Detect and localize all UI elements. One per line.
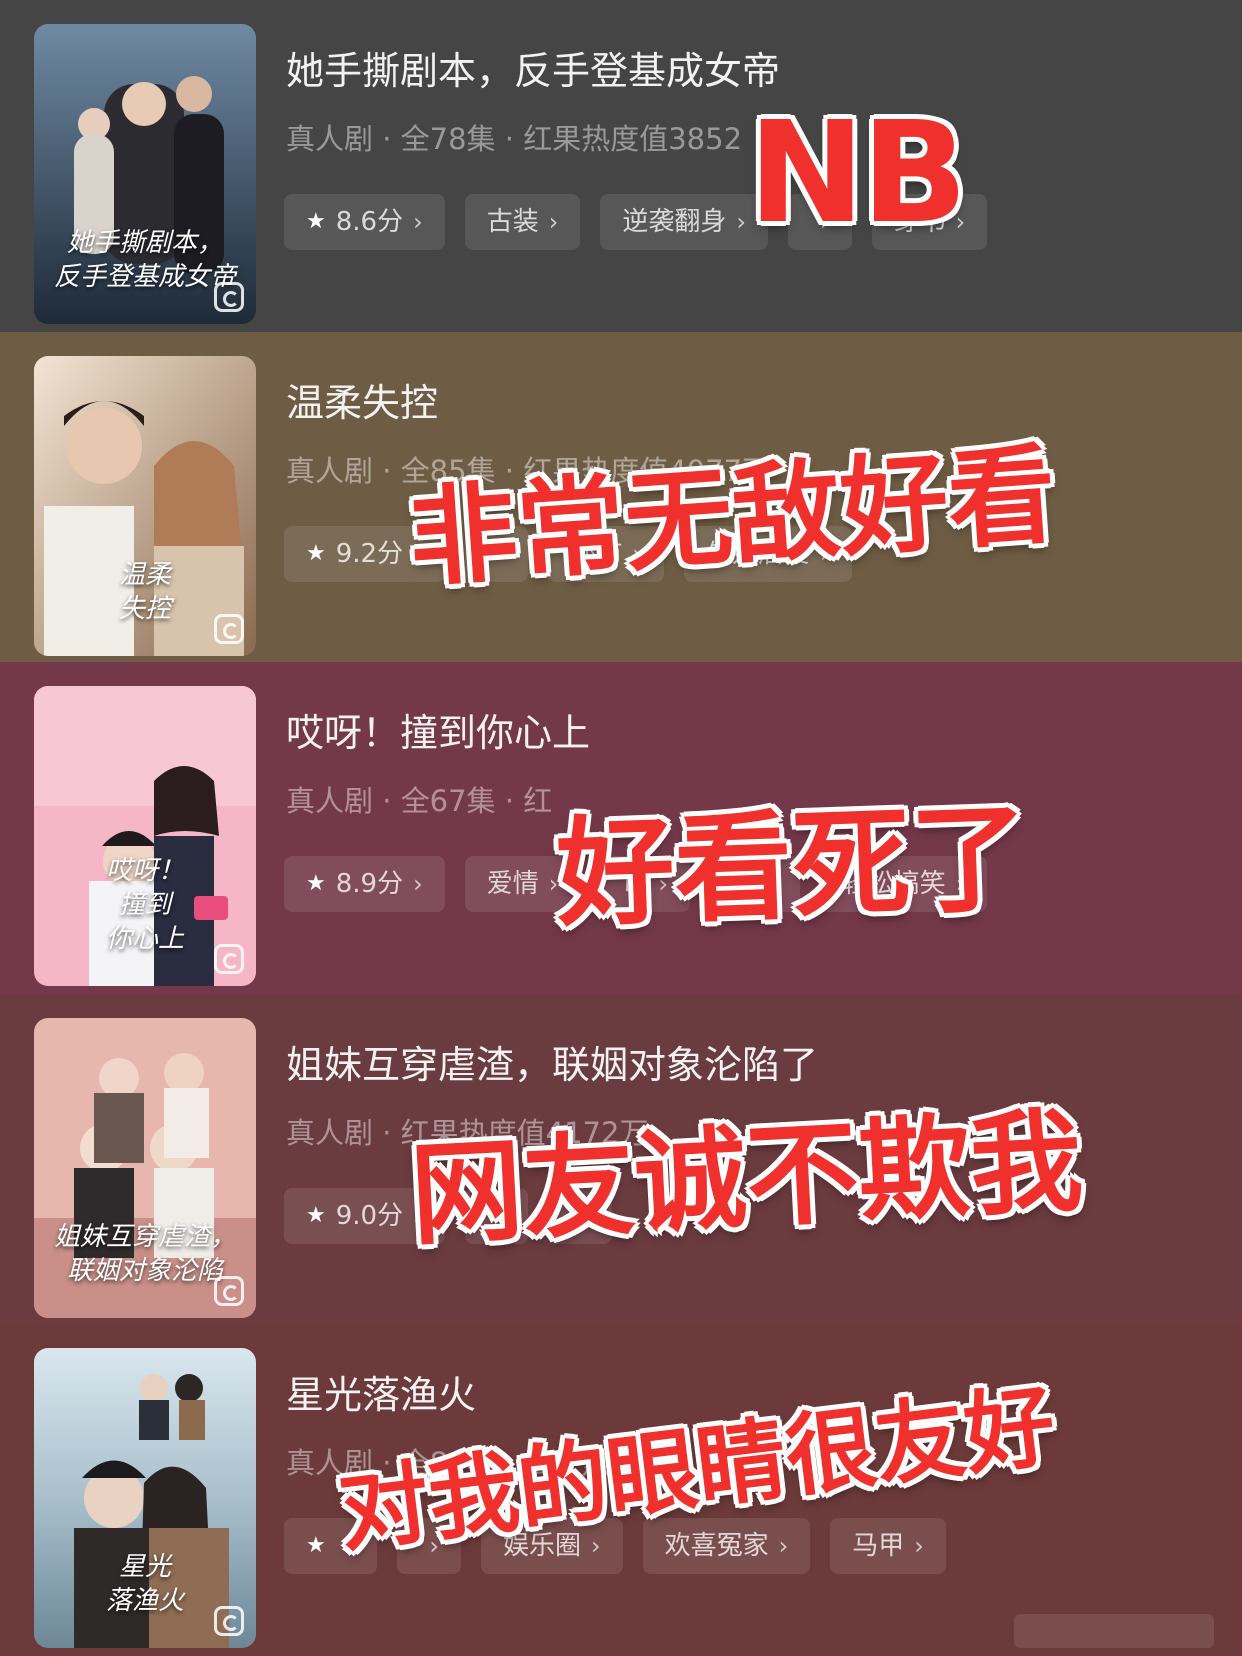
- drama-meta: 真人剧 · 全78集 · 红果热度值3852: [286, 122, 743, 156]
- drama-list-item[interactable]: 她手撕剧本， 反手登基成女帝 她手撕剧本，反手登基成女帝真人剧 · 全78集 · …: [0, 0, 1242, 332]
- genre-tag[interactable]: 马甲 ›: [830, 1518, 946, 1574]
- genre-tag[interactable]: 逆袭翻身 ›: [600, 194, 768, 250]
- watermark: [1014, 1614, 1214, 1648]
- drama-poster[interactable]: 星光 落渔火: [34, 1348, 256, 1648]
- genre-tag[interactable]: 古装 ›: [464, 194, 581, 250]
- overlay-caption: 好看死了: [554, 788, 1031, 944]
- drama-title[interactable]: 哎呀！撞到你心上: [286, 702, 590, 757]
- star-icon: ★: [306, 209, 326, 234]
- chevron-right-icon: ›: [736, 208, 746, 236]
- star-icon: ★: [306, 1203, 326, 1228]
- star-icon: ★: [306, 871, 326, 896]
- chevron-right-icon: ›: [778, 1532, 789, 1560]
- drama-title[interactable]: 她手撕剧本，反手登基成女帝: [286, 40, 780, 95]
- drama-title[interactable]: 姐妹互穿虐渣，联姻对象沦陷了: [286, 1034, 818, 1089]
- chevron-right-icon: ›: [413, 208, 423, 236]
- chevron-right-icon: ›: [914, 1532, 924, 1560]
- gallery-icon: [214, 282, 244, 312]
- chevron-right-icon: ›: [548, 208, 559, 236]
- chevron-right-icon: ›: [413, 870, 423, 898]
- drama-list: 她手撕剧本， 反手登基成女帝 她手撕剧本，反手登基成女帝真人剧 · 全78集 · …: [0, 0, 1242, 1656]
- poster-title-text: 哎呀！ 撞到 你心上: [105, 856, 184, 954]
- rating-tag[interactable]: ★ 8.6分 ›: [284, 194, 445, 250]
- drama-title[interactable]: 温柔失控: [286, 372, 438, 427]
- tag-label: 古装: [486, 207, 539, 237]
- drama-poster[interactable]: 温柔 失控: [34, 356, 256, 656]
- tag-label: 8.6分: [335, 207, 404, 237]
- overlay-caption: NB: [748, 92, 968, 255]
- rating-tag[interactable]: ★ 8.9分 ›: [284, 856, 445, 912]
- drama-poster[interactable]: 姐妹互穿虐渣， 联姻对象沦陷: [34, 1018, 256, 1318]
- gallery-icon: [214, 614, 244, 644]
- drama-poster[interactable]: 哎呀！ 撞到 你心上: [34, 686, 256, 986]
- tag-label: 爱情: [486, 869, 539, 899]
- tag-label: 逆袭翻身: [622, 207, 727, 237]
- drama-poster[interactable]: 她手撕剧本， 反手登基成女帝: [34, 24, 256, 324]
- gallery-icon: [214, 1606, 244, 1636]
- drama-meta: 真人剧 · 全67集 · 红: [286, 784, 553, 818]
- star-icon: ★: [306, 1533, 326, 1558]
- gallery-icon: [214, 944, 244, 974]
- tag-label: 9.2分: [335, 539, 404, 569]
- drama-title[interactable]: 星光落渔火: [286, 1364, 476, 1419]
- gallery-icon: [214, 1276, 244, 1306]
- star-icon: ★: [306, 541, 326, 566]
- tag-label: 8.9分: [335, 869, 404, 899]
- tag-label: 9.0分: [335, 1201, 404, 1231]
- tag-label: 马甲: [852, 1531, 905, 1561]
